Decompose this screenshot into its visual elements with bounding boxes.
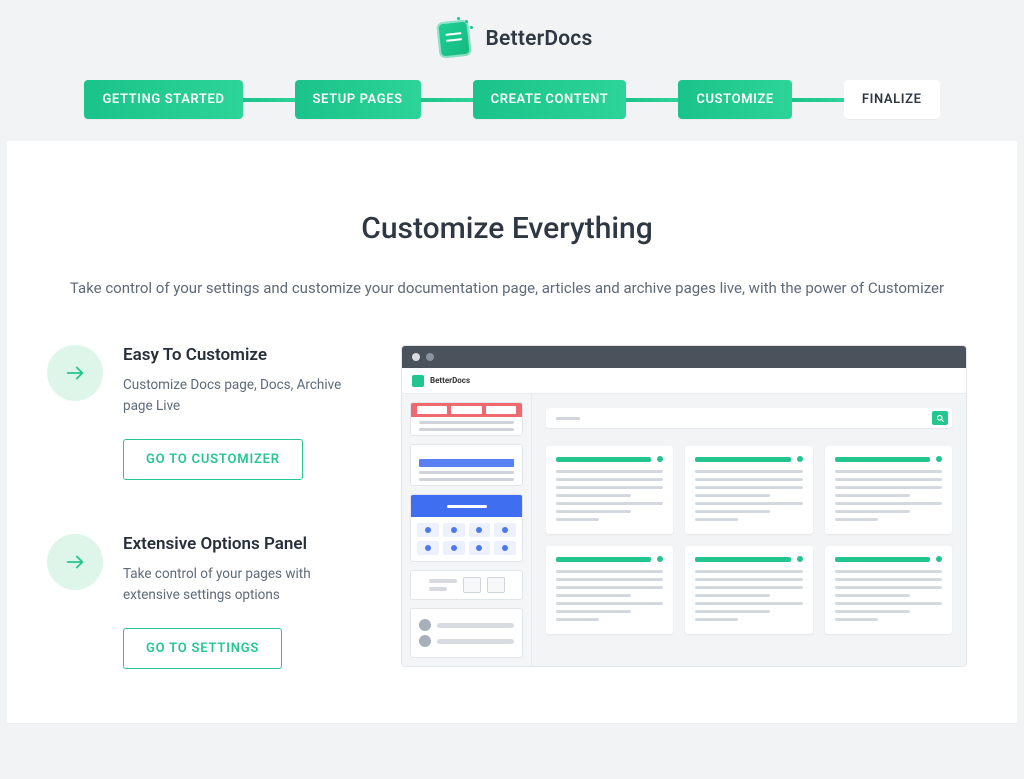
preview-main [532,394,966,666]
preview-template-card [410,402,523,436]
preview-brand-icon [412,375,424,387]
brand-name: BetterDocs [486,27,593,51]
preview-search-bar [546,408,952,428]
step-customize[interactable]: CUSTOMIZE [678,80,791,119]
feature-easy-customize: Easy To Customize Customize Docs page, D… [47,345,367,480]
feature-title: Easy To Customize [123,345,367,365]
step-setup-pages[interactable]: SETUP PAGES [295,80,421,119]
step-connector [421,98,473,102]
step-getting-started[interactable]: GETTING STARTED [84,80,242,119]
page-subtitle: Take control of your settings and custom… [47,274,967,303]
search-icon [932,411,948,425]
feature-desc: Take control of your pages with extensiv… [123,564,367,606]
arrow-right-icon [47,345,103,401]
wizard-stepper: GETTING STARTED SETUP PAGES CREATE CONTE… [0,74,1024,141]
preview-header: BetterDocs [402,368,966,394]
brand-logo: BetterDocs [0,10,1024,74]
brand-logo-mark [432,18,474,60]
go-to-settings-button[interactable]: GO TO SETTINGS [123,628,282,669]
preview-control-row [410,570,523,600]
page-title: Customize Everything [47,211,967,246]
preview-doc-card [546,446,673,534]
step-connector [243,98,295,102]
preview-doc-card [685,546,812,634]
content-panel: Customize Everything Take control of you… [7,141,1017,723]
step-connector [792,98,844,102]
step-connector [626,98,678,102]
arrow-right-icon [47,534,103,590]
preview-window-chrome [402,346,966,368]
customizer-preview: BetterDocs [401,345,967,667]
step-finalize[interactable]: FINALIZE [844,80,940,119]
go-to-customizer-button[interactable]: GO TO CUSTOMIZER [123,439,303,480]
preview-template-list [402,394,532,666]
feature-desc: Customize Docs page, Docs, Archive page … [123,375,367,417]
preview-doc-card [685,446,812,534]
preview-template-card [410,494,523,562]
preview-doc-card [825,446,952,534]
preview-doc-card [825,546,952,634]
feature-options-panel: Extensive Options Panel Take control of … [47,534,367,669]
step-create-content[interactable]: CREATE CONTENT [473,80,627,119]
preview-control-sliders [410,608,523,658]
feature-title: Extensive Options Panel [123,534,367,554]
preview-template-card [410,444,523,486]
preview-brand-text: BetterDocs [430,376,470,385]
preview-doc-card [546,546,673,634]
